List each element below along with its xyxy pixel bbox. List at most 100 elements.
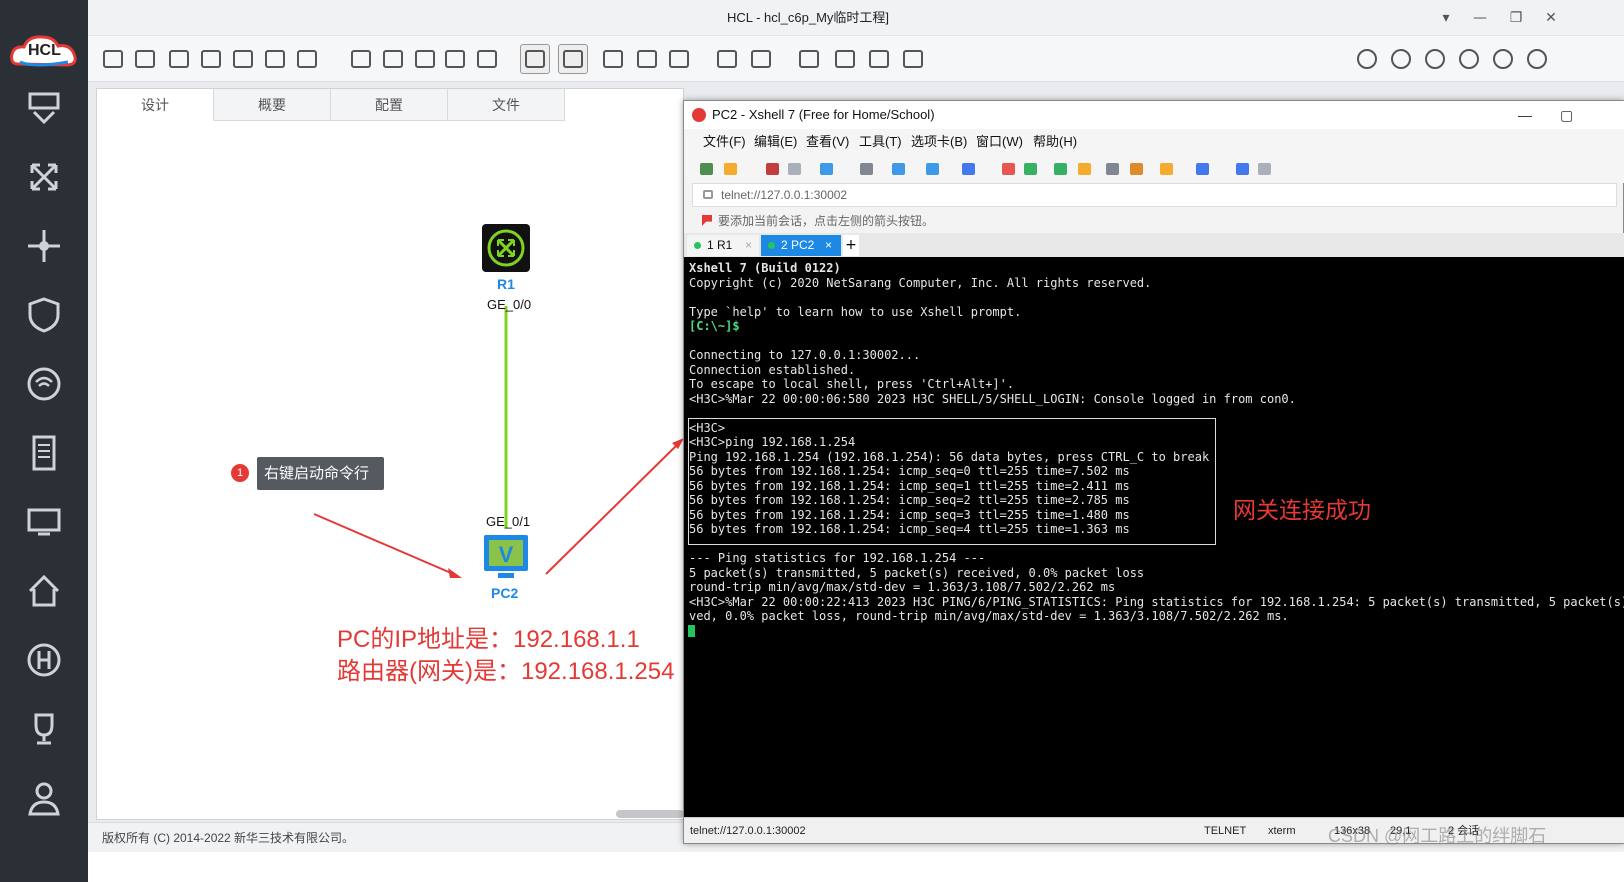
new-session-icon[interactable] (698, 160, 716, 178)
disconnect-icon[interactable] (764, 160, 782, 178)
session-hint-text: 要添加当前会话，点击左侧的箭头按钮。 (718, 214, 935, 228)
wechat-icon[interactable] (1488, 44, 1518, 74)
router-r1[interactable] (482, 224, 530, 272)
zoom-out-icon[interactable] (664, 44, 694, 74)
lock-screen-icon[interactable] (1076, 160, 1094, 178)
add-ellipse-icon[interactable] (864, 44, 894, 74)
new-project-icon[interactable] (98, 44, 128, 74)
server-icon[interactable] (20, 429, 68, 477)
pc2-host[interactable]: V (482, 533, 530, 581)
compose-icon[interactable] (1158, 160, 1176, 178)
fit-screen-icon[interactable] (520, 44, 550, 74)
menu-edit[interactable]: 编辑(E) (754, 133, 797, 151)
menu-file[interactable]: 文件(F) (703, 133, 746, 151)
topology-icon[interactable] (558, 44, 588, 74)
stop-icon[interactable] (746, 44, 776, 74)
menu-tools[interactable]: 工具(T) (859, 133, 902, 151)
layers-icon[interactable] (378, 44, 408, 74)
help-icon[interactable] (1454, 44, 1484, 74)
menu-help[interactable]: 帮助(H) (1033, 133, 1077, 151)
add-note-icon[interactable] (794, 44, 824, 74)
xshell-title: PC2 - Xshell 7 (Free for Home/School) (712, 107, 935, 122)
tab-close-icon[interactable]: × (745, 235, 752, 256)
export-icon[interactable] (260, 44, 290, 74)
refresh-icon[interactable] (1352, 44, 1382, 74)
session-hint-bar: 要添加当前会话，点击左侧的箭头按钮。 (692, 209, 1617, 233)
start-icon[interactable] (712, 44, 742, 74)
terminal-line: To escape to local shell, press 'Ctrl+Al… (689, 377, 1015, 391)
find-icon[interactable] (858, 160, 876, 178)
address-bar[interactable]: telnet://127.0.0.1:30002 (692, 183, 1617, 207)
menu-window[interactable]: 窗口(W) (976, 133, 1023, 151)
status-address: telnet://127.0.0.1:30002 (690, 825, 806, 837)
wireless-icon[interactable] (20, 360, 68, 408)
success-note: 网关连接成功 (1233, 497, 1371, 523)
router-icon[interactable] (20, 222, 68, 270)
globe-icon[interactable] (924, 160, 942, 178)
r1-name: R1 (497, 276, 515, 292)
help-icon[interactable] (1234, 160, 1252, 178)
properties-icon[interactable] (818, 160, 836, 178)
firewall-icon[interactable] (20, 291, 68, 339)
open-icon[interactable] (722, 160, 740, 178)
open-folder-icon[interactable] (164, 44, 194, 74)
cmd-icon[interactable] (1420, 44, 1450, 74)
switch-icon[interactable] (20, 153, 68, 201)
layout-icon[interactable] (1194, 160, 1212, 178)
user-icon[interactable] (20, 774, 68, 822)
terminal-screen[interactable]: Xshell 7 (Build 0122) Copyright (c) 2020 … (684, 257, 1624, 817)
save-as-icon[interactable] (228, 44, 258, 74)
feedback-icon[interactable] (1522, 44, 1552, 74)
save-icon[interactable] (196, 44, 226, 74)
horizontal-scrollbar[interactable] (616, 810, 684, 818)
capture-icon[interactable] (898, 44, 928, 74)
xftp-icon[interactable] (1022, 160, 1040, 178)
diy-icon[interactable] (20, 84, 68, 132)
xshell-maximize-icon[interactable]: ▢ (1560, 101, 1573, 129)
r1-port-label: GE_0/0 (487, 297, 532, 312)
add-tab-button[interactable]: + (843, 235, 859, 256)
keyboard-icon[interactable] (1104, 160, 1122, 178)
app-title: HCL - hcl_c6p_My临时工程] (726, 10, 890, 25)
chat-icon[interactable] (1256, 160, 1274, 178)
download-icon[interactable] (410, 44, 440, 74)
grid-icon[interactable] (598, 44, 628, 74)
connected-dot-icon (768, 242, 775, 249)
terminal-line: Copyright (c) 2020 NetSarang Computer, I… (689, 275, 1152, 290)
terminal-line: <H3C>%Mar 22 00:00:06:580 2023 H3C SHELL… (689, 391, 1296, 406)
session-tab-r1[interactable]: 1 R1 × (687, 235, 759, 256)
session-tab-pc2[interactable]: 2 PC2 × (761, 235, 841, 256)
open-project-icon[interactable] (130, 44, 160, 74)
log-icon[interactable] (472, 44, 502, 74)
close-icon[interactable]: ✕ (1540, 8, 1562, 28)
script-icon[interactable] (1128, 160, 1146, 178)
settings-icon[interactable] (1386, 44, 1416, 74)
cloud-icon[interactable] (346, 44, 376, 74)
zoom-in-icon[interactable] (632, 44, 662, 74)
status-term: xterm (1268, 825, 1296, 837)
filter-icon[interactable]: ▾ (1435, 8, 1457, 28)
menu-view[interactable]: 查看(V) (806, 133, 849, 151)
trophy-icon[interactable] (20, 705, 68, 753)
fullscreen-icon[interactable] (1052, 160, 1070, 178)
xshell-app-icon (692, 108, 706, 122)
pc2-name: PC2 (491, 585, 519, 601)
reconnect-icon[interactable] (786, 160, 804, 178)
terminal-line: Connection established. (689, 362, 856, 377)
terminal-icon[interactable] (20, 498, 68, 546)
home-icon[interactable] (20, 567, 68, 615)
restore-icon[interactable]: ❐ (1505, 8, 1527, 28)
upload-icon[interactable] (440, 44, 470, 74)
hub-icon[interactable] (20, 636, 68, 684)
xshell-minimize-icon[interactable]: — (1518, 101, 1532, 129)
add-rect-icon[interactable] (830, 44, 860, 74)
terminal-line: round-trip min/avg/max/std-dev = 1.363/3… (689, 580, 1116, 594)
xshell-icon[interactable] (1000, 160, 1018, 178)
edit-icon[interactable] (292, 44, 322, 74)
minimize-icon[interactable]: — (1469, 8, 1491, 28)
menu-tabs[interactable]: 选项卡(B) (911, 133, 967, 151)
tab-close-icon[interactable]: × (825, 235, 832, 256)
transfer-icon[interactable] (890, 160, 908, 178)
font-icon[interactable] (960, 160, 978, 178)
